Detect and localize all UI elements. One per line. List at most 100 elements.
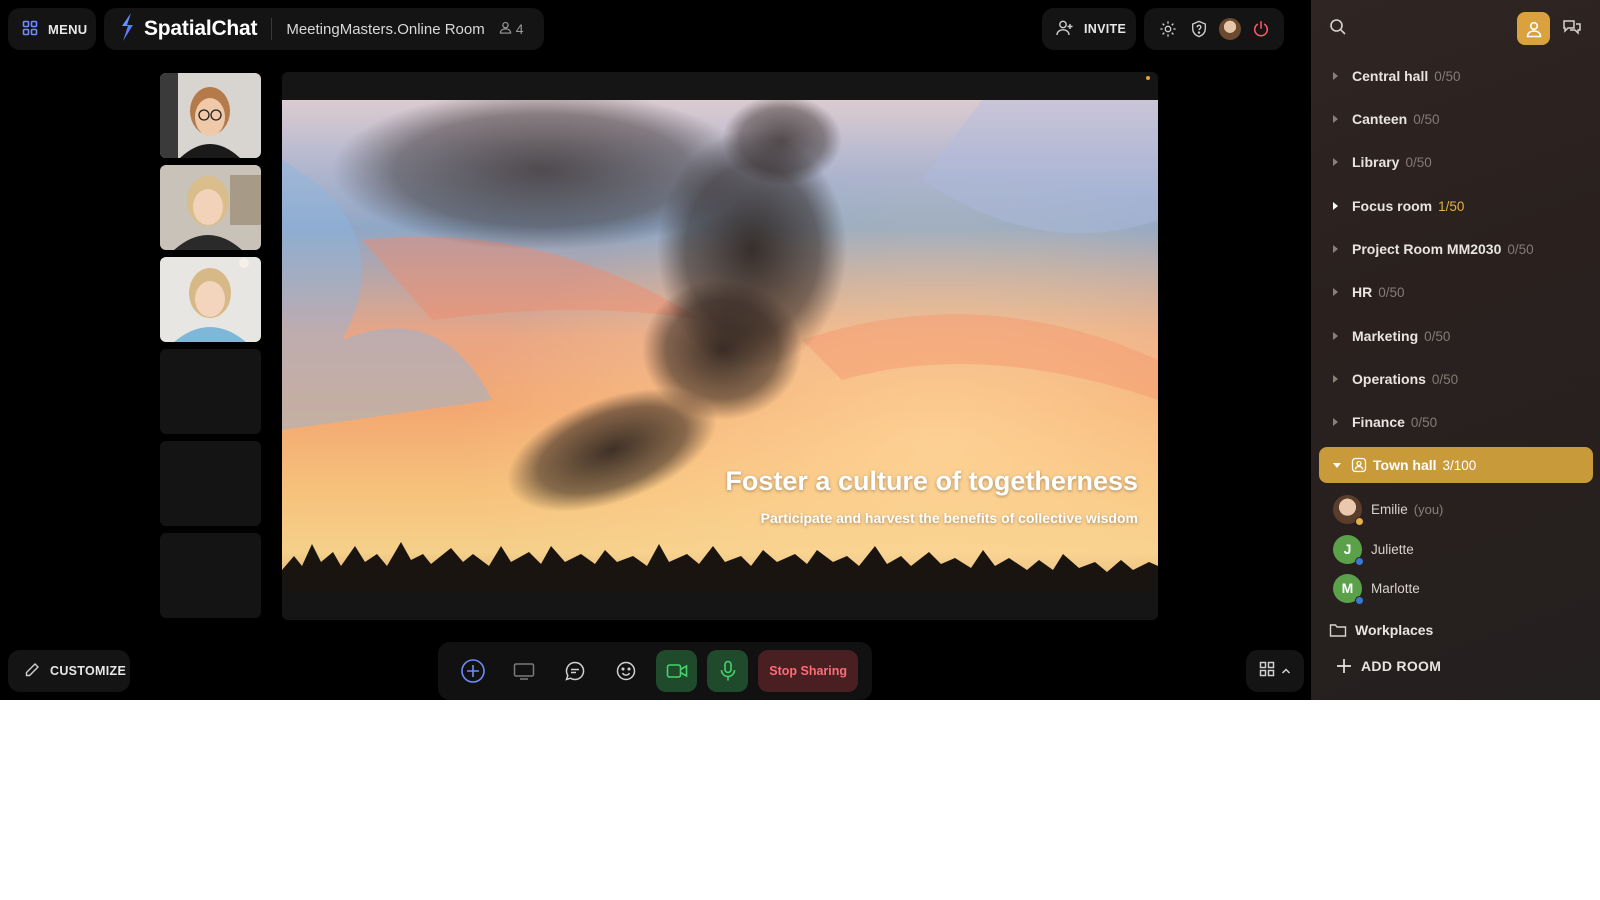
user-avatar[interactable] — [1218, 17, 1242, 41]
participant-name: Marlotte — [1371, 580, 1420, 596]
avatar-initial: M — [1341, 580, 1354, 596]
room-name: Marketing — [1352, 328, 1419, 344]
room-name: Operations — [1352, 371, 1426, 387]
pencil-icon — [24, 662, 40, 681]
chevron-right-icon — [1333, 115, 1338, 123]
room-count: 0/50 — [1378, 284, 1405, 300]
slide-title: Foster a culture of togetherness — [725, 466, 1138, 496]
brand-name: SpatialChat — [144, 17, 258, 40]
participant-name: Juliette — [1371, 541, 1414, 557]
microphone-icon[interactable] — [707, 650, 749, 692]
workplaces-label: Workplaces — [1355, 622, 1434, 638]
chevron-down-icon — [1333, 462, 1341, 468]
room-count: 0/50 — [1431, 371, 1459, 387]
room-name: Library — [1352, 154, 1400, 170]
app-window: MENU SpatialChat MeetingMasters.Online R… — [0, 0, 1600, 700]
add-room-button[interactable]: ADD ROOM — [1335, 657, 1441, 675]
microphone-status-icon — [1355, 556, 1364, 566]
chevron-up-icon — [1281, 662, 1291, 680]
participant-video-2[interactable] — [160, 165, 261, 250]
presentation-slide: Foster a culture of togetherness Partici… — [282, 100, 1158, 592]
add-room-label: ADD ROOM — [1361, 658, 1442, 674]
layout-button[interactable] — [1246, 650, 1304, 692]
chevron-right-icon — [1333, 158, 1338, 166]
chevron-right-icon — [1333, 202, 1338, 210]
divider — [271, 18, 273, 40]
participant-name: Emilie — [1371, 501, 1408, 517]
empty-video-slot — [160, 349, 261, 434]
participant-juliette[interactable]: J Juliette — [1333, 534, 1414, 566]
room-name[interactable]: MeetingMasters.Online Room — [286, 21, 484, 38]
power-icon[interactable] — [1249, 17, 1273, 41]
profile-icon[interactable] — [1517, 12, 1550, 45]
customize-label: CUSTOMIZE — [50, 664, 127, 678]
room-name: Town hall — [1373, 457, 1437, 473]
avatar: J — [1333, 534, 1364, 566]
participant-video-1[interactable] — [160, 73, 261, 158]
room-project-room[interactable]: Project Room MM2030 0/50 — [1319, 231, 1593, 267]
participant-video-3[interactable] — [160, 257, 261, 342]
room-header: SpatialChat MeetingMasters.Online Room 4 — [104, 8, 544, 50]
chevron-right-icon — [1333, 288, 1338, 296]
add-user-icon — [1056, 19, 1074, 40]
help-icon[interactable] — [1187, 17, 1211, 41]
room-count: 1/50 — [1438, 198, 1465, 214]
empty-video-slot — [160, 441, 261, 526]
screen-share-stage[interactable]: Foster a culture of togetherness Partici… — [282, 72, 1158, 620]
chevron-right-icon — [1333, 245, 1338, 253]
grid-icon — [22, 20, 38, 39]
user-count[interactable]: 4 — [499, 21, 524, 37]
chevron-right-icon — [1333, 72, 1338, 80]
search-icon[interactable] — [1329, 18, 1347, 41]
stop-sharing-button[interactable]: Stop Sharing — [758, 650, 858, 692]
video-camera-icon[interactable] — [656, 650, 698, 692]
avatar: M — [1333, 573, 1364, 605]
microphone-status-icon — [1355, 595, 1364, 605]
chevron-right-icon — [1333, 332, 1338, 340]
invite-button[interactable]: INVITE — [1042, 8, 1136, 50]
room-finance[interactable]: Finance 0/50 — [1319, 404, 1593, 440]
gear-icon[interactable] — [1156, 17, 1180, 41]
room-library[interactable]: Library 0/50 — [1319, 144, 1593, 180]
customize-button[interactable]: CUSTOMIZE — [8, 650, 130, 692]
empty-video-slot — [160, 533, 261, 618]
chat-icon[interactable] — [1562, 18, 1582, 41]
avatar-initial: J — [1343, 541, 1352, 557]
room-central-hall[interactable]: Central hall 0/50 — [1319, 58, 1593, 94]
folder-icon — [1329, 622, 1347, 638]
avatar — [1333, 494, 1364, 526]
menu-label: MENU — [48, 21, 88, 37]
participant-marlotte[interactable]: M Marlotte — [1333, 573, 1420, 605]
user-count-value: 4 — [515, 21, 524, 37]
room-count: 0/50 — [1507, 241, 1534, 257]
room-name: Finance — [1352, 414, 1405, 430]
room-count: 0/50 — [1424, 328, 1451, 344]
room-operations[interactable]: Operations 0/50 — [1319, 361, 1593, 397]
recording-dot — [1146, 76, 1150, 80]
room-focus-room[interactable]: Focus room 1/50 — [1319, 188, 1593, 224]
workplaces-folder[interactable]: Workplaces — [1329, 622, 1433, 638]
room-count: 0/50 — [1434, 68, 1461, 84]
emoji-icon[interactable] — [605, 650, 646, 692]
room-count: 0/50 — [1413, 111, 1440, 127]
room-hr[interactable]: HR 0/50 — [1319, 274, 1593, 310]
participant-emilie[interactable]: Emilie (you) — [1333, 494, 1443, 526]
layout-grid-icon — [1259, 661, 1275, 682]
room-name: Canteen — [1352, 111, 1408, 127]
spatialchat-logo-icon — [116, 12, 138, 47]
top-icons-group — [1144, 8, 1284, 50]
room-sidebar: Central hall 0/50 Canteen 0/50 Library 0… — [1311, 0, 1600, 700]
room-count: 0/50 — [1410, 414, 1438, 430]
room-name: Focus room — [1352, 198, 1433, 214]
room-canteen[interactable]: Canteen 0/50 — [1319, 101, 1593, 137]
menu-button[interactable]: MENU — [8, 8, 96, 50]
room-marketing[interactable]: Marketing 0/50 — [1319, 318, 1593, 354]
room-town-hall[interactable]: Town hall 3/100 — [1319, 447, 1593, 483]
room-name: Central hall — [1352, 68, 1429, 84]
media-toolbar: Stop Sharing — [438, 642, 872, 700]
screen-share-icon[interactable] — [503, 650, 544, 692]
microphone-status-icon — [1355, 516, 1364, 526]
message-icon[interactable] — [554, 650, 595, 692]
add-icon[interactable] — [452, 650, 493, 692]
invite-label: INVITE — [1084, 22, 1127, 36]
